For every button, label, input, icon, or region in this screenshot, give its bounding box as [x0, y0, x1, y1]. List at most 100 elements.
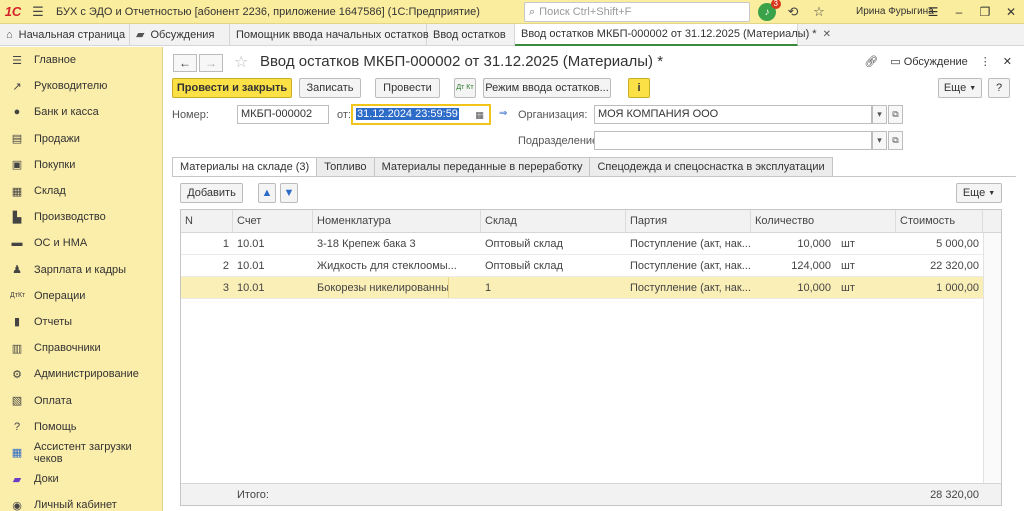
restore-button[interactable]: ❐: [972, 0, 998, 24]
subdivision-open-button[interactable]: ⧉: [888, 131, 903, 150]
history-icon[interactable]: ⟲: [780, 0, 806, 24]
table-scrollbar[interactable]: [983, 233, 1001, 484]
favorites-star-icon[interactable]: ☆: [806, 0, 832, 24]
sidebar-item-manager[interactable]: ↗ Руководителю: [0, 73, 162, 99]
sidebar-item-docs[interactable]: ▰ Доки: [0, 466, 162, 492]
cell-warehouse: Оптовый склад: [485, 260, 563, 272]
column-header-warehouse[interactable]: Склад: [481, 210, 626, 232]
save-button[interactable]: Записать: [299, 78, 361, 98]
table-row[interactable]: 1 10.01 3-18 Крепеж бака 3 Оптовый склад…: [181, 233, 983, 255]
more-actions-button[interactable]: Еще ▼: [938, 78, 982, 98]
number-field[interactable]: МКБП-000002: [237, 105, 329, 124]
tab-home[interactable]: ⌂ Начальная страница: [0, 24, 130, 46]
post-and-close-button[interactable]: Провести и закрыть: [172, 78, 292, 98]
discussion-button[interactable]: ▭ Обсуждение: [890, 55, 968, 68]
coins-icon: ●: [13, 106, 21, 119]
close-tab-icon[interactable]: ✕: [823, 24, 831, 45]
more-vertical-icon[interactable]: ⋮: [980, 55, 991, 68]
sidebar-item-production[interactable]: ▙ Производство: [0, 204, 162, 230]
forward-button[interactable]: →: [199, 54, 223, 72]
subdivision-label: Подразделение:: [518, 135, 602, 147]
user-circle-icon: ◉: [12, 499, 22, 511]
sidebar-item-label: Отчеты: [34, 315, 73, 328]
minimize-button[interactable]: –: [946, 0, 972, 24]
close-form-icon[interactable]: ✕: [1003, 55, 1012, 68]
organization-dropdown-button[interactable]: ▾: [872, 105, 887, 124]
tab-label: Начальная страница: [18, 28, 126, 41]
sidebar-item-payroll[interactable]: ♟ Зарплата и кадры: [0, 257, 162, 283]
cell-n: 1: [222, 238, 229, 250]
subdivision-field[interactable]: [594, 131, 872, 150]
sidebar-item-reports[interactable]: ▮ Отчеты: [0, 309, 162, 335]
back-button[interactable]: ←: [173, 54, 197, 72]
sidebar-item-warehouse[interactable]: ▦ Склад: [0, 178, 162, 204]
tab-label: Обсуждения: [150, 28, 215, 41]
table-row-selected[interactable]: 3 10.01 Бокорезы никелированные 1 Поступ…: [181, 277, 983, 299]
organization-open-button[interactable]: ⧉: [888, 105, 903, 124]
sidebar-item-admin[interactable]: ⚙ Администрирование: [0, 361, 162, 387]
tab-label: Ввод остатков: [433, 28, 506, 41]
link-icon[interactable]: 🔗︎: [864, 55, 878, 68]
cart-icon: ▤: [11, 133, 23, 146]
column-header-item[interactable]: Номенклатура: [313, 210, 481, 232]
global-search-input[interactable]: ⌕ Поиск Ctrl+Shift+F: [524, 2, 750, 22]
close-window-button[interactable]: ✕: [998, 0, 1024, 24]
info-button[interactable]: i: [628, 78, 650, 98]
tab-discussions[interactable]: ▰ Обсуждения: [130, 24, 230, 46]
column-header-batch[interactable]: Партия: [626, 210, 751, 232]
balance-mode-button[interactable]: Режим ввода остатков...: [483, 78, 611, 98]
question-icon: ?: [13, 420, 21, 433]
column-header-cost[interactable]: Стоимость: [896, 210, 983, 232]
sidebar-item-payment[interactable]: ▧ Оплата: [0, 387, 162, 413]
add-row-button[interactable]: Добавить: [180, 183, 243, 203]
sidebar-item-label: Помощь: [34, 420, 77, 433]
date-field[interactable]: 31.12.2024 23:59:59: [351, 104, 491, 125]
sidebar-item-main[interactable]: ☰ Главное: [0, 47, 162, 73]
sidebar-item-help[interactable]: ? Помощь: [0, 414, 162, 440]
sidebar-item-purchases[interactable]: ▣ Покупки: [0, 152, 162, 178]
column-header-account[interactable]: Счет: [233, 210, 313, 232]
materials-table: N Счет Номенклатура Склад Партия Количес…: [180, 209, 1002, 506]
tab-workwear[interactable]: Спецодежда и спецоснастка в эксплуатации: [590, 157, 833, 177]
post-button[interactable]: Провести: [375, 78, 440, 98]
sidebar-item-assets[interactable]: ▬ ОС и НМА: [0, 230, 162, 256]
calendar-icon[interactable]: ▦: [472, 106, 487, 125]
move-down-button[interactable]: ▼: [280, 183, 298, 203]
favorite-star-icon[interactable]: ☆: [234, 52, 248, 72]
move-up-button[interactable]: ▲: [258, 183, 276, 203]
settings-menu-icon[interactable]: ☰: [920, 0, 946, 24]
sidebar-item-label: Главное: [34, 54, 77, 67]
tab-balance-entry[interactable]: Ввод остатков: [427, 24, 515, 46]
column-header-quantity[interactable]: Количество: [751, 210, 896, 232]
sidebar-item-label: Производство: [34, 211, 106, 224]
help-button[interactable]: ?: [988, 78, 1010, 98]
table-row[interactable]: 2 10.01 Жидкость для стеклоомы... Оптовы…: [181, 255, 983, 277]
copy-date-icon[interactable]: ⇒: [499, 108, 507, 119]
tab-current-document[interactable]: Ввод остатков МКБП-000002 от 31.12.2025 …: [515, 24, 831, 46]
tab-materials-processing[interactable]: Материалы переданные в переработку: [374, 157, 591, 177]
tab-opening-balance-assistant[interactable]: Помощник ввода начальных остатков: [230, 24, 429, 46]
hamburger-menu-icon[interactable]: ☰: [26, 0, 50, 24]
sidebar-item-receipts-assistant[interactable]: ▦ Ассистент загрузки чеков: [0, 440, 162, 466]
cell-unit: шт: [841, 282, 855, 294]
home-icon: ⌂: [6, 28, 13, 41]
cell-quantity: 10,000: [797, 282, 831, 294]
sidebar-item-bank[interactable]: ● Банк и касса: [0, 99, 162, 125]
subdivision-dropdown-button[interactable]: ▾: [872, 131, 887, 150]
trend-icon: ↗: [12, 80, 22, 93]
table-footer: Итого: 28 320,00: [181, 483, 1001, 505]
grid-icon: ▦: [11, 447, 23, 460]
sidebar-item-catalogs[interactable]: ▥ Справочники: [0, 335, 162, 361]
dt-kt-button[interactable]: Дт Кт: [454, 78, 476, 98]
sidebar-item-sales[interactable]: ▤ Продажи: [0, 126, 162, 152]
tab-materials-in-warehouse[interactable]: Материалы на складе (3): [172, 157, 318, 177]
sidebar-item-operations[interactable]: ДтКт Операции: [0, 283, 162, 309]
tab-fuel[interactable]: Топливо: [317, 157, 375, 177]
cell-cost: 22 320,00: [930, 260, 979, 272]
cell-n: 2: [222, 260, 229, 272]
column-header-n[interactable]: N: [181, 210, 233, 232]
organization-field[interactable]: МОЯ КОМПАНИЯ ООО: [594, 105, 872, 124]
sidebar-item-account[interactable]: ◉ Личный кабинет: [0, 492, 162, 511]
table-more-button[interactable]: Еще ▼: [956, 183, 1002, 203]
notifications-button[interactable]: ♪ 3: [754, 0, 781, 24]
